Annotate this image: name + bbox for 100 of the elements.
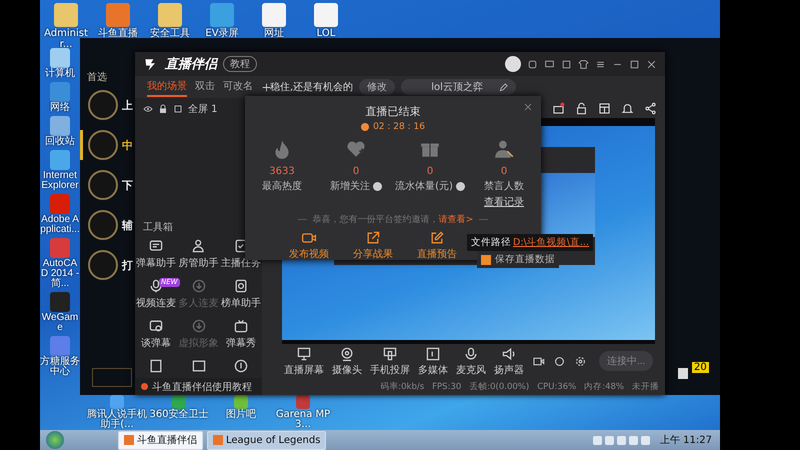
- scene-tab[interactable]: 可改名: [223, 77, 253, 97]
- icon-label[interactable]: 回收站: [45, 137, 75, 147]
- tool-button[interactable]: 弹幕秀: [220, 318, 262, 350]
- source-item[interactable]: 全屏 1: [135, 98, 226, 120]
- action-button[interactable]: 分享战果: [353, 230, 393, 261]
- icon-label[interactable]: Internet Explorer: [40, 171, 80, 191]
- tool-button[interactable]: 榜单助手: [220, 278, 262, 310]
- person-icon: [190, 238, 206, 254]
- status-text: 码率:0kb/s: [380, 380, 424, 392]
- icon-label[interactable]: 网络: [50, 103, 70, 113]
- tool-button[interactable]: 谈弹幕: [135, 318, 177, 350]
- avatar[interactable]: [505, 56, 521, 72]
- edit-button[interactable]: 修改: [359, 79, 396, 95]
- chat-box-icon: [148, 318, 164, 334]
- icon-label[interactable]: WeGame: [40, 313, 80, 333]
- webcam-icon: [339, 346, 355, 362]
- shirt-icon[interactable]: [578, 58, 589, 70]
- count-badge: 20: [692, 362, 709, 373]
- stat-label: 禁言人数: [484, 180, 524, 193]
- source-control[interactable]: 多媒体: [418, 346, 448, 376]
- monitor-icon: [296, 346, 312, 362]
- source-control[interactable]: 直播屏幕: [284, 346, 324, 376]
- icon-label[interactable]: 安全工具: [150, 29, 190, 40]
- source-control[interactable]: 手机投屏: [370, 346, 410, 376]
- icon-label[interactable]: EV录屏: [205, 29, 239, 40]
- gift-box-icon[interactable]: [552, 102, 565, 114]
- tool-button[interactable]: 弹幕助手: [135, 238, 177, 270]
- connect-button[interactable]: 连接中...: [599, 351, 654, 371]
- frame-icon[interactable]: [148, 358, 164, 374]
- stat-value: 0: [426, 166, 434, 177]
- taskbar-item[interactable]: 斗鱼直播伴侣: [118, 430, 203, 450]
- close-icon[interactable]: [646, 58, 657, 70]
- unlock-icon[interactable]: [575, 102, 588, 114]
- app-icon[interactable]: [172, 395, 186, 409]
- stat-value: 0: [352, 166, 360, 177]
- speaker-icon: [501, 346, 517, 362]
- scene-tab[interactable]: 双击: [195, 77, 215, 97]
- icon-label[interactable]: 斗鱼直播: [98, 29, 138, 40]
- icon-label[interactable]: 网址: [264, 29, 284, 40]
- status-text: 丢帧:0(0.00%): [469, 380, 530, 392]
- icon-label[interactable]: Administr...: [40, 29, 92, 50]
- share-icon[interactable]: [644, 102, 657, 114]
- app-logo: 直播伴侣: [165, 56, 217, 73]
- stat-label: 新增关注: [330, 180, 370, 193]
- tutorial-link[interactable]: 斗鱼直播伴侣使用教程: [135, 378, 262, 395]
- status-text: FPS:30: [432, 382, 462, 392]
- help-icon[interactable]: [456, 182, 465, 190]
- action-button[interactable]: 发布视频: [289, 230, 329, 261]
- microphone-icon: [463, 346, 479, 362]
- stream-title: 稳住,还是有机会的: [270, 80, 354, 94]
- status-text: 未开播: [632, 380, 659, 392]
- bell-icon[interactable]: [621, 102, 634, 114]
- lock-icon[interactable]: [158, 104, 168, 114]
- app-icon[interactable]: [234, 395, 248, 409]
- file-path-tooltip: 文件路径 D:\斗鱼视频\直...: [467, 234, 593, 251]
- media-icon: [425, 346, 441, 362]
- record-link[interactable]: 查看记录: [484, 195, 524, 209]
- icon-label[interactable]: 360安全卫士: [149, 410, 209, 420]
- app-icon[interactable]: [296, 395, 310, 409]
- icon-label[interactable]: Garena MP3...: [272, 410, 334, 430]
- plus-icon[interactable]: [261, 82, 272, 92]
- tutorial-button[interactable]: 教程: [223, 56, 257, 72]
- close-icon[interactable]: [523, 102, 533, 112]
- icon-label[interactable]: 计算机: [45, 69, 75, 79]
- app-icon: [124, 435, 134, 445]
- tool-button[interactable]: 房管助手: [178, 238, 220, 270]
- icon-label[interactable]: 腾讯人说手机助手(...: [86, 410, 148, 430]
- stat-value: 0: [500, 166, 508, 177]
- icon-label[interactable]: LOL: [316, 29, 336, 40]
- muted-user-icon: [493, 138, 515, 160]
- chat-input[interactable]: [92, 368, 132, 387]
- action-button[interactable]: 直播预告: [417, 230, 457, 261]
- invite-text: 恭喜，您有一份平台签约邀请，请查看>: [312, 214, 474, 226]
- clock: 上午 11:27: [660, 434, 712, 447]
- maximize-icon[interactable]: [629, 58, 640, 70]
- stat-value: 3633: [269, 166, 295, 177]
- icon-label[interactable]: 图片吧: [226, 410, 256, 420]
- invite-link[interactable]: 请查看>: [438, 215, 474, 225]
- stat-label: 流水体量(元): [395, 180, 453, 193]
- checkbox-label: 保存直播数据: [495, 253, 555, 266]
- record-icon[interactable]: [532, 354, 545, 368]
- start-button[interactable]: [46, 431, 64, 449]
- source-control[interactable]: 扬声器: [494, 346, 524, 376]
- taskbar-item[interactable]: League of Legends: [207, 430, 326, 450]
- status-text: 内存:48%: [584, 380, 624, 392]
- help-icon[interactable]: [373, 182, 382, 190]
- settings-icon[interactable]: [574, 354, 587, 368]
- pencil-icon: [498, 82, 508, 92]
- checkbox[interactable]: [481, 254, 491, 264]
- layout-icon[interactable]: [598, 102, 611, 114]
- icon-label[interactable]: Adobe Applicati...: [40, 215, 80, 235]
- category-field[interactable]: lol云顶之弈: [401, 79, 516, 95]
- source-control[interactable]: 麦克风: [456, 346, 486, 376]
- icon-label[interactable]: 方糖服务中心: [40, 357, 80, 377]
- share-icon: [365, 230, 381, 246]
- stream-duration: 02 : 28 : 16: [373, 122, 425, 132]
- icon-label[interactable]: AutoCAD 2014 - 简...: [40, 259, 80, 289]
- stat-label: 最高热度: [262, 180, 302, 193]
- edit-icon: [429, 230, 445, 246]
- source-control[interactable]: 摄像头: [332, 346, 362, 376]
